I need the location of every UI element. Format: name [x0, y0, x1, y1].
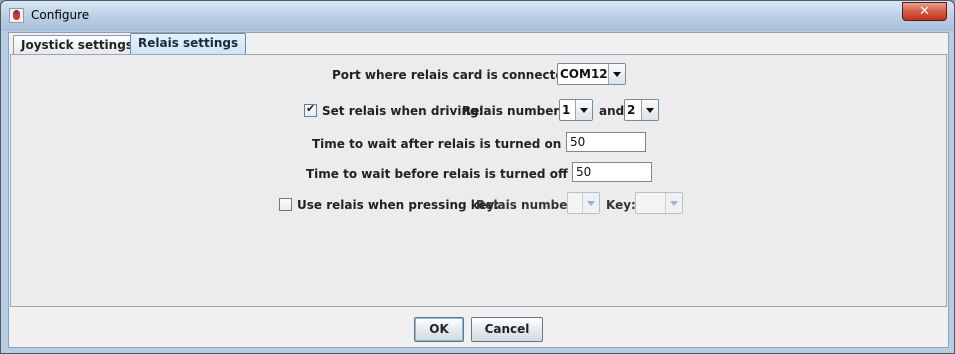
chevron-down-icon[interactable] [608, 64, 625, 84]
cancel-button[interactable]: Cancel [471, 317, 543, 342]
use-relais-key-label: Use relais when pressing key: [297, 198, 500, 212]
port-select[interactable]: COM12 [557, 63, 626, 85]
wait-on-input[interactable] [566, 132, 646, 152]
check-mark-icon: ✔ [306, 102, 316, 115]
close-button[interactable]: ✕ [902, 2, 947, 21]
port-value: COM12 [560, 67, 608, 81]
chevron-down-icon[interactable] [641, 100, 658, 120]
set-relais-driving-checkbox[interactable]: ✔ [304, 102, 317, 117]
tab-strip: Joystick settings Relais settings [9, 33, 948, 55]
configure-window: Configure ✕ Joystick settings Relais set… [0, 0, 955, 354]
wait-off-input[interactable] [572, 162, 652, 182]
set-relais-driving-label: Set relais when driving: [322, 104, 484, 118]
relais-settings-panel: Port where relais card is connected to: … [10, 54, 947, 307]
dialog-content: Joystick settings Relais settings Port w… [8, 32, 949, 348]
relais-number-1-value: 1 [562, 103, 571, 117]
tab-relais-settings[interactable]: Relais settings [130, 33, 247, 55]
port-label: Port where relais card is connected to: [332, 68, 596, 82]
title-bar[interactable]: Configure ✕ [1, 1, 954, 31]
key-label: Key: [606, 198, 636, 212]
chevron-down-icon[interactable] [575, 100, 592, 120]
relais-numbers-label: Relais numbers: [462, 104, 572, 118]
window-title: Configure [31, 8, 90, 22]
chevron-down-icon[interactable] [665, 193, 682, 213]
chevron-down-icon[interactable] [582, 193, 599, 213]
use-relais-key-checkbox[interactable] [279, 198, 292, 211]
key-select[interactable] [635, 192, 683, 214]
relais-number-label: Relais number: [476, 198, 579, 212]
java-app-icon [9, 8, 24, 23]
tab-joystick-settings[interactable]: Joystick settings [13, 35, 141, 55]
relais-number-select[interactable] [567, 192, 600, 214]
relais-number-2-value: 2 [627, 103, 636, 117]
and-label: and [599, 104, 625, 118]
button-bar: OK Cancel [9, 308, 948, 347]
relais-number-2-select[interactable]: 2 [624, 99, 659, 121]
relais-number-1-select[interactable]: 1 [559, 99, 593, 121]
ok-button[interactable]: OK [414, 317, 464, 342]
